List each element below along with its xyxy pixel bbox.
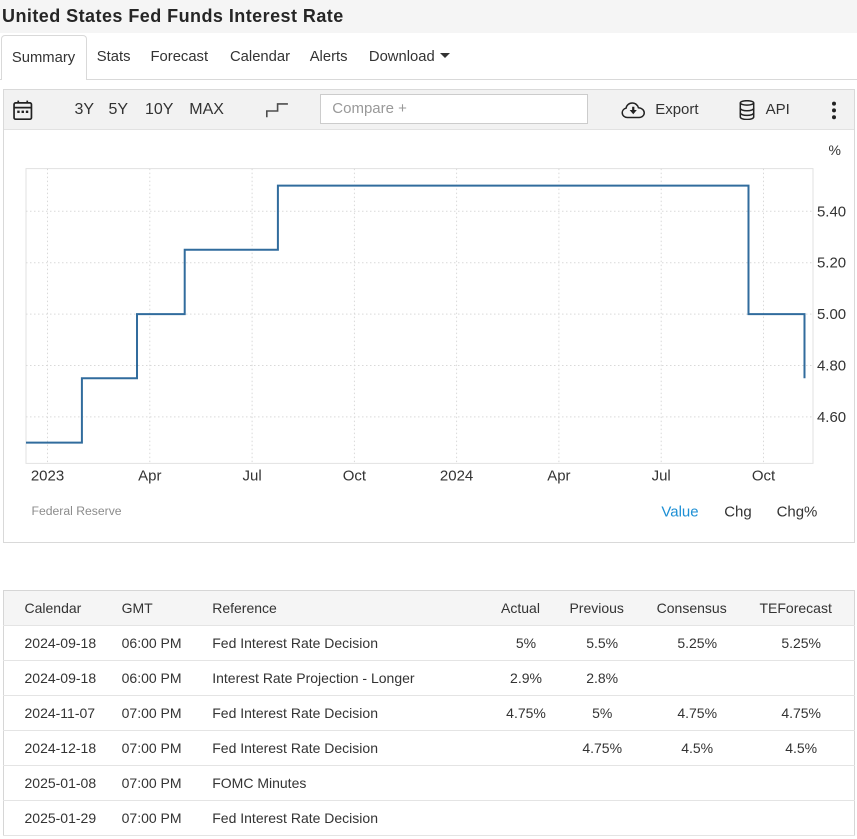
svg-text:Oct: Oct <box>342 468 366 485</box>
svg-text:Chg: Chg <box>724 504 752 521</box>
svg-text:4.80: 4.80 <box>816 358 845 375</box>
svg-text:Oct: Oct <box>751 468 775 485</box>
svg-text:%: % <box>828 142 840 158</box>
svg-text:Value: Value <box>661 504 698 521</box>
svg-text:Apr: Apr <box>138 468 161 485</box>
svg-text:Jul: Jul <box>651 468 670 485</box>
svg-text:Federal Reserve: Federal Reserve <box>31 504 121 518</box>
svg-text:Jul: Jul <box>242 468 261 485</box>
svg-text:2024: 2024 <box>439 468 472 485</box>
svg-text:2023: 2023 <box>30 468 63 485</box>
svg-text:4.60: 4.60 <box>816 409 845 426</box>
svg-text:Apr: Apr <box>547 468 570 485</box>
svg-text:5.00: 5.00 <box>816 306 845 323</box>
svg-text:5.40: 5.40 <box>816 203 845 220</box>
svg-text:5.20: 5.20 <box>816 255 845 272</box>
svg-text:Chg%: Chg% <box>776 504 817 521</box>
